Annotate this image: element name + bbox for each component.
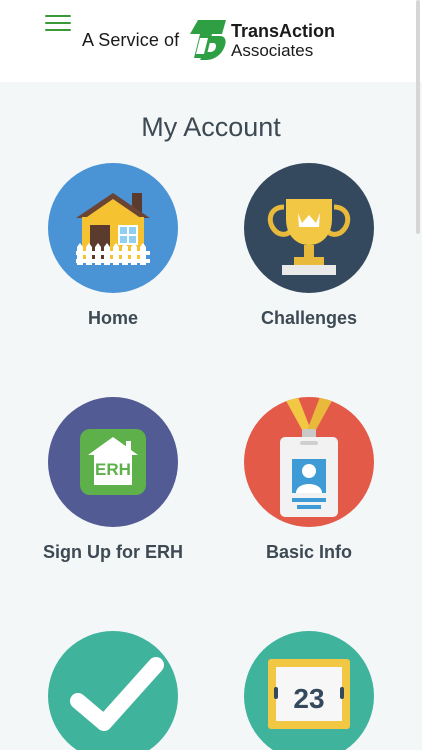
hamburger-menu-icon[interactable] <box>45 12 71 34</box>
checkmark-tile[interactable] <box>23 631 203 750</box>
sign-up-erh-tile[interactable]: ERH Sign Up for ERH <box>23 397 203 563</box>
brand-subname: Associates <box>231 41 314 60</box>
basic-info-circle <box>244 397 374 527</box>
erh-house-icon: ERH <box>80 429 146 495</box>
home-tile[interactable]: Home <box>23 163 203 329</box>
calendar-circle: 23 <box>244 631 374 750</box>
house-icon <box>76 193 150 265</box>
id-badge-icon <box>280 397 338 517</box>
transaction-logo-icon <box>190 20 226 60</box>
app-header: A Service of TransAction Associates <box>0 0 422 82</box>
sign-up-erh-label: Sign Up for ERH <box>43 542 183 562</box>
challenges-tile[interactable]: Challenges <box>219 163 399 329</box>
calendar-icon: 23 <box>268 659 350 729</box>
page-title: My Account <box>141 112 281 142</box>
erh-icon-text: ERH <box>95 460 131 479</box>
challenges-label: Challenges <box>260 308 358 328</box>
trophy-icon <box>267 199 351 275</box>
calendar-day-text: 23 <box>293 683 324 714</box>
calendar-tile[interactable]: 23 <box>219 631 399 750</box>
my-account-screen: A Service of TransAction Associates My A… <box>0 0 422 750</box>
checkmark-circle <box>48 631 178 750</box>
checkmark-icon <box>70 657 164 731</box>
basic-info-label: Basic Info <box>265 542 353 562</box>
basic-info-tile[interactable]: Basic Info <box>219 397 399 563</box>
service-of-text: A Service of <box>82 30 180 50</box>
home-label: Home <box>87 308 138 328</box>
erh-circle: ERH <box>48 397 178 527</box>
challenges-circle <box>244 163 374 293</box>
brand-name: TransAction <box>231 21 336 41</box>
home-circle <box>48 163 178 293</box>
